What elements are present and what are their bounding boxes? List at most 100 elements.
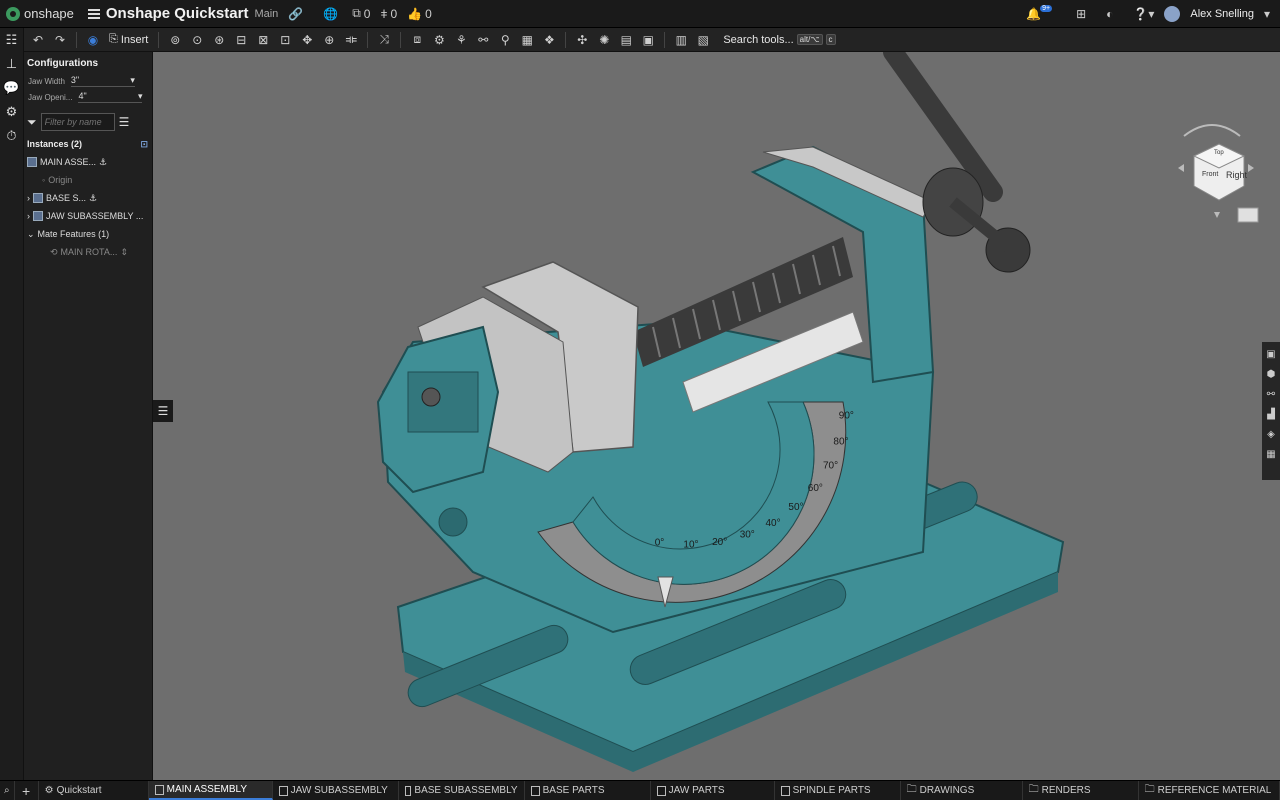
list-item[interactable]: ⌄ Mate Features (1) <box>24 225 152 243</box>
branches-button[interactable]: ǂ 0 <box>380 7 397 21</box>
config-row[interactable]: Jaw Width 3" ▾ <box>24 73 152 89</box>
parts-list-icon[interactable]: ⬢ <box>1265 367 1277 382</box>
view-cube[interactable]: Right Front Top <box>1164 116 1260 226</box>
tab-label: JAW PARTS <box>668 785 725 796</box>
list-item[interactable]: › JAW SUBASSEMBLY ... <box>24 207 152 225</box>
comment-icon[interactable]: 💬 <box>3 80 19 96</box>
tab-reference-material[interactable]: 🗀 REFERENCE MATERIAL <box>1139 781 1280 800</box>
mate-list-icon[interactable]: ⚯ <box>1265 387 1277 402</box>
new-folder-icon[interactable]: ⊡ <box>140 139 148 150</box>
explode-icon[interactable]: ✣ <box>572 30 592 50</box>
mate-connector-icon[interactable]: ⤨ <box>374 30 394 50</box>
bom-panel-icon[interactable]: ▦ <box>1265 447 1277 462</box>
graphics-area[interactable]: 0° 10° 20° 30° 40° 50° 60° 70° 80° 90° Right Fron… <box>153 52 1280 780</box>
filter-icon[interactable]: ⏷ <box>27 115 37 130</box>
tab-jaw-subassembly[interactable]: JAW SUBASSEMBLY <box>273 781 399 800</box>
versions-button[interactable]: ⧉ 0 <box>352 6 370 21</box>
group-icon[interactable]: ⧈ <box>407 30 427 50</box>
list-item[interactable]: ◦ Origin <box>24 171 152 189</box>
rack-pinion-icon[interactable]: ⚘ <box>451 30 471 50</box>
search-tools-button[interactable]: Search tools... alt/⌥ c <box>723 34 836 46</box>
fastened-mate-icon[interactable]: ⊙ <box>187 30 207 50</box>
chevron-right-icon[interactable]: › <box>27 211 30 221</box>
replicate-icon[interactable]: ▦ <box>517 30 537 50</box>
pattern-icon[interactable]: ❖ <box>539 30 559 50</box>
parallel-mate-icon[interactable]: ⟚ <box>341 30 361 50</box>
tab-jaw-parts[interactable]: JAW PARTS <box>651 781 775 800</box>
named-views-icon[interactable]: ▣ <box>638 30 658 50</box>
list-view-icon[interactable]: ☰ <box>119 115 130 129</box>
rotate-arc-icon[interactable] <box>1183 124 1241 137</box>
planar-mate-icon[interactable]: ✥ <box>297 30 317 50</box>
tab-base-parts[interactable]: BASE PARTS <box>525 781 651 800</box>
pivot-hole <box>438 507 468 537</box>
chevron-down-icon[interactable]: ⌄ <box>27 229 35 240</box>
menu-icon[interactable] <box>87 8 100 19</box>
notifications-button[interactable]: 🔔 9+ <box>1026 5 1056 21</box>
tab-manager-icon[interactable]: ⌕ <box>0 781 15 800</box>
gear-relation-icon[interactable]: ⚙ <box>429 30 449 50</box>
avatar[interactable] <box>1164 5 1181 22</box>
insert-button[interactable]: ⎘ Insert <box>105 33 152 46</box>
add-tab-button[interactable]: + <box>15 781 39 800</box>
revolute-mate-icon[interactable]: ⊛ <box>209 30 229 50</box>
material-icon[interactable]: ◈ <box>1265 427 1277 442</box>
tab-quickstart[interactable]: ⚙ Quickstart <box>39 781 149 800</box>
chevron-down-icon[interactable]: ▾ <box>1264 7 1270 21</box>
tab-spindle-parts[interactable]: SPINDLE PARTS <box>775 781 901 800</box>
view-options-button[interactable] <box>1237 207 1259 223</box>
list-item[interactable]: ⟲ MAIN ROTA... ⇕ <box>24 243 152 261</box>
jaw-screw <box>421 387 441 407</box>
learning-icon[interactable]: ◐ <box>1106 7 1113 21</box>
config-value-select[interactable]: 3" ▾ <box>70 75 135 87</box>
parts-icon[interactable]: ⚙ <box>4 104 20 120</box>
cylindrical-mate-icon[interactable]: ⊠ <box>253 30 273 50</box>
assembly-mode-icon[interactable]: ◉ <box>83 30 103 50</box>
animate-icon[interactable]: ▟ <box>1265 407 1277 422</box>
undo-icon[interactable]: ↶ <box>28 30 48 50</box>
config-value-select[interactable]: 4" ▾ <box>78 91 143 103</box>
rotate-left-icon[interactable] <box>1178 164 1184 172</box>
pin-slot-mate-icon[interactable]: ⊡ <box>275 30 295 50</box>
tab-base-subassembly[interactable]: BASE SUBASSEMBLY <box>399 781 525 800</box>
filter-input[interactable] <box>40 113 115 131</box>
feature-list-icon[interactable]: ☷ <box>4 32 20 48</box>
measure-icon[interactable]: ✺ <box>594 30 614 50</box>
rotate-down-icon[interactable] <box>1214 212 1220 218</box>
linear-relation-icon[interactable]: ⚲ <box>495 30 515 50</box>
standard-content-icon[interactable]: ⊚ <box>165 30 185 50</box>
tab-renders[interactable]: 🗀 RENDERS <box>1023 781 1139 800</box>
help-icon[interactable]: ❔▾ <box>1133 7 1154 21</box>
link-icon[interactable]: 🔗 <box>288 7 303 21</box>
protractor-tick-label: 30° <box>740 530 755 541</box>
bom-icon[interactable]: ▥ <box>671 30 691 50</box>
list-item[interactable]: MAIN ASSE... ⚓ <box>24 153 152 171</box>
history-icon[interactable]: ⏱ <box>4 128 20 144</box>
ball-mate-icon[interactable]: ⊕ <box>319 30 339 50</box>
properties-icon[interactable]: ▧ <box>693 30 713 50</box>
toggle-tree-button[interactable]: ☰ <box>153 400 173 422</box>
globe-icon[interactable]: 🌐 <box>323 7 338 21</box>
chevron-right-icon[interactable]: › <box>27 193 30 203</box>
apps-icon[interactable]: ⊞ <box>1076 7 1086 21</box>
document-title[interactable]: Onshape Quickstart <box>106 5 249 22</box>
like-button[interactable]: 👍 0 <box>407 7 432 21</box>
vise-model[interactable]: 0° 10° 20° 30° 40° 50° 60°70° 80° 90° <box>153 52 1280 780</box>
mates-icon[interactable]: ⊥ <box>4 56 20 72</box>
tab-drawings[interactable]: 🗀 DRAWINGS <box>901 781 1023 800</box>
list-item[interactable]: › BASE S... ⚓ <box>24 189 152 207</box>
section-view-icon[interactable]: ▤ <box>616 30 636 50</box>
tab-main-assembly[interactable]: MAIN ASSEMBLY <box>148 781 273 800</box>
config-row[interactable]: Jaw Openi... 4" ▾ <box>24 89 152 105</box>
filter-row: ⏷ ☰ <box>24 109 152 135</box>
tab-label: SPINDLE PARTS <box>792 785 871 796</box>
screw-relation-icon[interactable]: ⚯ <box>473 30 493 50</box>
slider-mate-icon[interactable]: ⊟ <box>231 30 251 50</box>
appearance-icon[interactable]: ▣ <box>1265 347 1277 362</box>
protractor-tick-label: 20° <box>712 537 727 548</box>
redo-icon[interactable]: ↷ <box>50 30 70 50</box>
onshape-logo[interactable]: onshape <box>0 6 74 21</box>
rotate-right-icon[interactable] <box>1248 164 1254 172</box>
branch-label[interactable]: Main <box>254 8 278 20</box>
user-name[interactable]: Alex Snelling <box>1190 8 1254 20</box>
